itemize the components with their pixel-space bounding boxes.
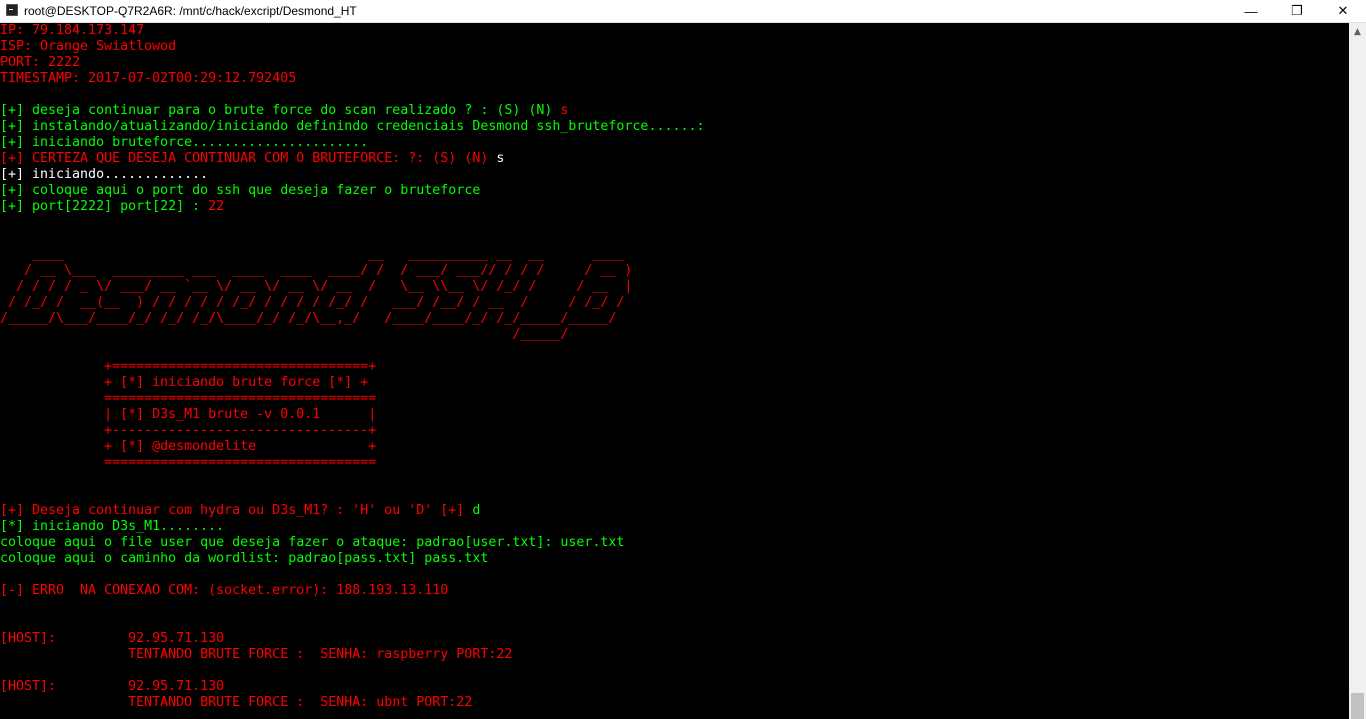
- info-box-line: ==================================: [0, 391, 377, 406]
- terminal-app-icon: [6, 4, 18, 16]
- restore-button[interactable]: ❐: [1274, 0, 1320, 22]
- ascii-banner-line: /_____/\___/____/_/ /_/ /_/\____/_/ /_/\…: [0, 311, 617, 326]
- output-ip: IP: 79.184.173.147: [0, 23, 145, 38]
- ascii-banner-line: / __ \___ _________ ___ ____ ____ ____/ …: [0, 263, 633, 278]
- info-box-line: +--------------------------------+: [0, 423, 377, 438]
- scroll-up-arrow-icon[interactable]: ▲: [1349, 23, 1366, 40]
- user-answer: s: [560, 103, 569, 118]
- prompt-continue-bruteforce: [+] deseja continuar para o brute force …: [0, 103, 568, 119]
- title-bar: root@DESKTOP-Q7R2A6R: /mnt/c/hack/excrip…: [0, 0, 1366, 23]
- minimize-button[interactable]: —: [1228, 0, 1274, 22]
- prompt-text: [+] deseja continuar para o brute force …: [0, 103, 561, 118]
- user-answer: s: [496, 151, 505, 166]
- output-iniciando: [+] iniciando.............: [0, 167, 209, 182]
- prompt-certeza: [+] CERTEZA QUE DESEJA CONTINUAR COM O B…: [0, 151, 504, 167]
- prompt-text: [+] port[2222] port[22] :: [0, 199, 209, 214]
- prompt-text: [+] Deseja continuar com hydra ou D3s_M1…: [0, 503, 473, 518]
- prompt-port: [+] port[2222] port[22] : 22: [0, 199, 224, 215]
- window-title: root@DESKTOP-Q7R2A6R: /mnt/c/hack/excrip…: [24, 4, 357, 18]
- output-host: [HOST]: 92.95.71.130: [0, 631, 225, 646]
- vertical-scrollbar[interactable]: ▲: [1349, 23, 1366, 719]
- terminal-output[interactable]: IP: 79.184.173.147 ISP: Orange Swiatlowo…: [0, 23, 1349, 719]
- output-attempt: TENTANDO BRUTE FORCE : SENHA: ubnt PORT:…: [0, 695, 473, 710]
- output-coloque-port: [+] coloque aqui o port do ssh que desej…: [0, 183, 481, 198]
- prompt-hydra: [+] Deseja continuar com hydra ou D3s_M1…: [0, 503, 480, 519]
- output-host: [HOST]: 92.95.71.130: [0, 679, 225, 694]
- ascii-banner-line: ____ __ __________ __ __ ____: [0, 247, 625, 262]
- output-install: [+] instalando/atualizando/iniciando def…: [0, 119, 705, 134]
- ascii-banner-line: / /_/ / __(__ ) / / / / / /_/ / / / / /_…: [0, 295, 625, 310]
- output-timestamp: TIMESTAMP: 2017-07-02T00:29:12.792405: [0, 71, 297, 86]
- info-box-line: | [*] D3s_M1 brute -v 0.0.1 |: [0, 407, 377, 422]
- output-attempt: TENTANDO BRUTE FORCE : SENHA: raspberry …: [0, 647, 513, 662]
- prompt-text: [+] CERTEZA QUE DESEJA CONTINUAR COM O B…: [0, 151, 497, 166]
- output-isp: ISP: Orange Swiatlowod: [0, 39, 177, 54]
- user-answer: d: [472, 503, 481, 518]
- output-error: [-] ERRO NA CONEXAO COM: (socket.error):…: [0, 583, 449, 598]
- info-box-line: + [*] @desmondelite +: [0, 439, 377, 454]
- user-answer: 22: [208, 199, 225, 214]
- info-box-line: +================================+: [0, 359, 377, 374]
- prompt-wordlist: coloque aqui o caminho da wordlist: padr…: [0, 551, 489, 566]
- output-iniciando-bruteforce: [+] iniciando bruteforce................…: [0, 135, 369, 150]
- output-iniciando-d3s: [*] iniciando D3s_M1........: [0, 519, 225, 534]
- ascii-banner-line: /_____/: [0, 327, 569, 342]
- prompt-file-user: coloque aqui o file user que deseja faze…: [0, 535, 625, 550]
- close-button[interactable]: ✕: [1320, 0, 1366, 22]
- info-box-line: + [*] iniciando brute force [*] +: [0, 375, 369, 390]
- info-box-line: ==================================: [0, 455, 377, 470]
- ascii-banner-line: / / / / _ \/ ___/ __ `__ \/ __ \/ __ \/ …: [0, 279, 633, 294]
- output-port: PORT: 2222: [0, 55, 81, 70]
- scrollbar-thumb[interactable]: [1351, 693, 1364, 719]
